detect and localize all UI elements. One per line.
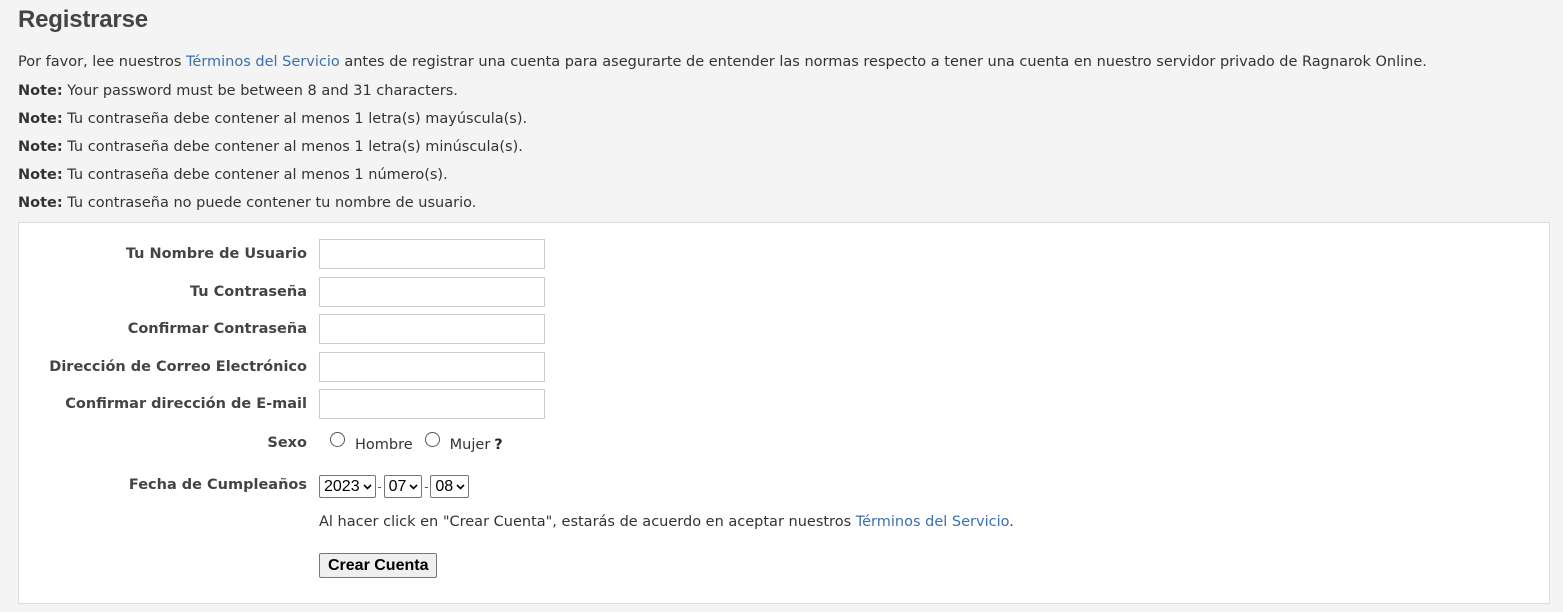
confirm-email-input[interactable] <box>319 389 545 419</box>
username-label: Tu Nombre de Usuario <box>125 246 307 262</box>
terms-link-intro[interactable]: Términos del Servicio <box>186 54 340 70</box>
birth-day-select[interactable]: 08 <box>430 475 470 498</box>
note-item: Note: Tu contraseña no puede contener tu… <box>18 194 527 222</box>
note-text: Tu contraseña no puede contener tu nombr… <box>62 195 477 211</box>
note-label: Note: <box>18 83 63 99</box>
gender-label: Sexo <box>267 435 307 451</box>
birthdate-selects: 2023 - 07 - 08 <box>319 475 470 498</box>
intro-after: antes de registrar una cuenta para asegu… <box>339 54 1427 70</box>
birth-month-select[interactable]: 07 <box>383 475 423 498</box>
birth-year-select[interactable]: 2023 <box>319 475 376 498</box>
gender-male-radio[interactable] <box>330 431 345 447</box>
birthdate-label: Fecha de Cumpleaños <box>128 477 307 493</box>
note-text: Tu contraseña debe contener al menos 1 l… <box>62 139 523 155</box>
agree-after: . <box>1009 514 1014 530</box>
register-form: Tu Nombre de Usuario Tu Contraseña Confi… <box>18 222 1550 604</box>
gender-female-radio[interactable] <box>424 431 440 447</box>
gender-row: Sexo Hombre Mujer ? <box>19 429 1549 461</box>
confirm-password-input[interactable] <box>319 314 545 344</box>
note-item: Note: Tu contraseña debe contener al men… <box>18 166 527 194</box>
birthdate-row: Fecha de Cumpleaños 2023 - 07 - 08 <box>19 475 1549 507</box>
gender-options: Hombre Mujer ? <box>328 431 503 453</box>
confirm-password-label: Confirmar Contraseña <box>127 321 307 337</box>
email-input[interactable] <box>319 352 545 382</box>
birth-day-value: 08 <box>435 477 454 495</box>
gender-male-label[interactable]: Hombre <box>355 437 413 453</box>
intro-before: Por favor, lee nuestros <box>18 54 186 70</box>
chevron-down-icon <box>456 482 465 491</box>
create-account-button[interactable]: Crear Cuenta <box>319 553 438 578</box>
date-separator: - <box>377 479 382 494</box>
confirm-email-label: Confirmar dirección de E-mail <box>65 396 307 412</box>
chevron-down-icon <box>363 482 372 491</box>
intro-text: Por favor, lee nuestros Términos del Ser… <box>18 54 1427 70</box>
terms-agreement-text: Al hacer click en "Crear Cuenta", estará… <box>319 514 1014 530</box>
username-row: Tu Nombre de Usuario <box>19 239 1549 271</box>
password-row: Tu Contraseña <box>19 277 1549 309</box>
note-item: Note: Your password must be between 8 an… <box>18 82 527 110</box>
password-input[interactable] <box>319 277 545 307</box>
note-text: Your password must be between 8 and 31 c… <box>62 83 458 99</box>
page-title: Registrarse <box>18 6 148 33</box>
password-label: Tu Contraseña <box>189 284 307 300</box>
gender-help-icon[interactable]: ? <box>494 437 502 453</box>
note-label: Note: <box>18 167 63 183</box>
note-label: Note: <box>18 111 63 127</box>
date-separator: - <box>424 479 429 494</box>
birth-month-value: 07 <box>388 477 407 495</box>
note-text: Tu contraseña debe contener al menos 1 l… <box>62 111 528 127</box>
terms-link-agreement[interactable]: Términos del Servicio <box>856 514 1009 530</box>
birth-year-value: 2023 <box>324 477 360 495</box>
email-row: Dirección de Correo Electrónico <box>19 352 1549 384</box>
note-item: Note: Tu contraseña debe contener al men… <box>18 110 527 138</box>
gender-female-label[interactable]: Mujer <box>450 437 491 453</box>
confirm-email-row: Confirmar dirección de E-mail <box>19 389 1549 421</box>
chevron-down-icon <box>409 482 418 491</box>
agree-before: Al hacer click en "Crear Cuenta", estará… <box>319 514 856 530</box>
note-label: Note: <box>18 195 63 211</box>
confirm-password-row: Confirmar Contraseña <box>19 314 1549 346</box>
note-label: Note: <box>18 139 63 155</box>
email-label: Dirección de Correo Electrónico <box>49 359 307 375</box>
note-text: Tu contraseña debe contener al menos 1 n… <box>62 167 448 183</box>
note-item: Note: Tu contraseña debe contener al men… <box>18 138 527 166</box>
password-notes: Note: Your password must be between 8 an… <box>18 82 527 222</box>
username-input[interactable] <box>319 239 545 269</box>
